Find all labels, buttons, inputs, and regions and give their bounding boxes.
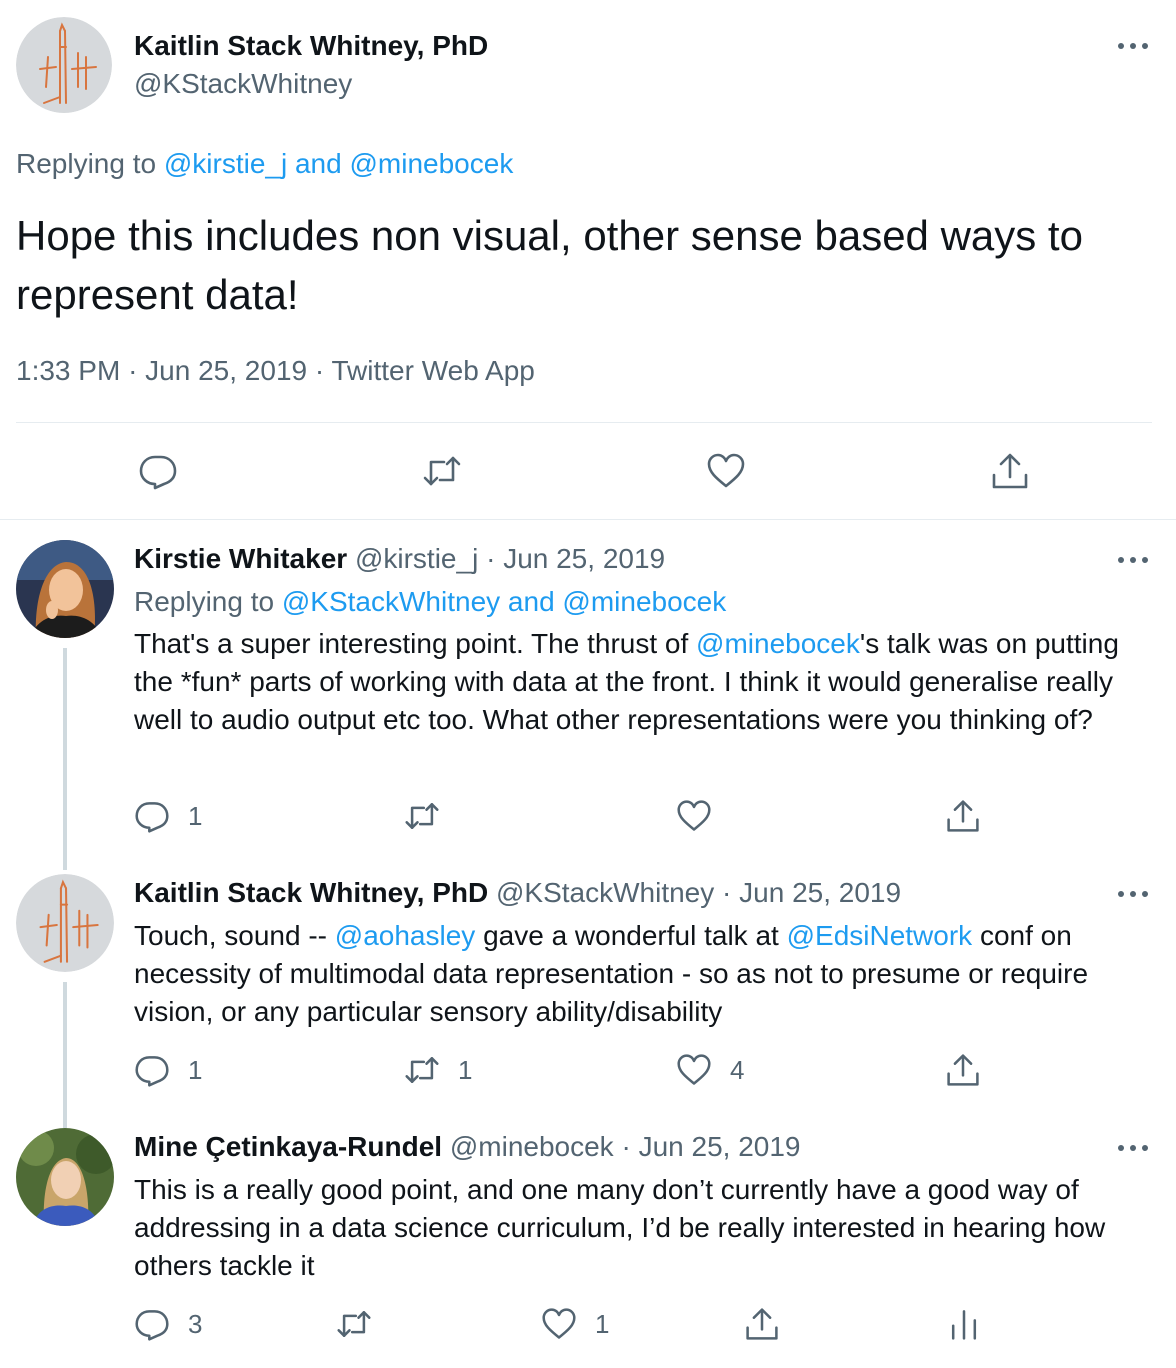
text-part: gave a wonderful talk at [475, 920, 787, 951]
thread-line [63, 648, 67, 870]
reply-icon [135, 802, 169, 833]
share-button[interactable] [945, 1052, 981, 1088]
reply-tweet[interactable]: Kaitlin Stack Whitney, PhD @KStackWhitne… [0, 874, 1176, 1128]
retweet-icon[interactable] [422, 451, 462, 491]
thread-line [63, 982, 67, 1128]
text-part: Touch, sound -- [134, 920, 335, 951]
replying-prefix: Replying to [134, 586, 275, 617]
avatar[interactable] [16, 874, 114, 972]
like-icon [542, 1308, 576, 1339]
like-button[interactable] [676, 798, 712, 834]
tweet-date[interactable]: Jun 25, 2019 [145, 355, 307, 386]
retweet-icon [405, 1057, 439, 1083]
text-part: This is a really good point, and one man… [134, 1174, 1106, 1281]
more-icon[interactable] [1115, 884, 1151, 904]
more-icon[interactable] [1115, 36, 1151, 56]
reply-button[interactable]: 1 [134, 798, 202, 834]
reply-icon[interactable] [138, 451, 178, 491]
share-button[interactable] [945, 798, 981, 834]
retweet-button[interactable] [404, 798, 440, 834]
author-handle[interactable]: @minebocek [450, 1131, 614, 1162]
tweet-text: This is a really good point, and one man… [134, 1171, 1144, 1285]
divider [0, 519, 1176, 520]
share-icon [947, 800, 979, 832]
retweet-button[interactable] [336, 1306, 372, 1342]
author-name[interactable]: Mine Çetinkaya-Rundel [134, 1131, 442, 1162]
share-icon[interactable] [990, 451, 1030, 491]
reply-header: Kaitlin Stack Whitney, PhD @KStackWhitne… [134, 877, 901, 909]
analytics-icon [951, 1310, 977, 1340]
share-button[interactable] [744, 1306, 780, 1342]
text-part: That's a super interesting point. The th… [134, 628, 697, 659]
meta-separator: · [621, 1131, 631, 1162]
reply-count: 1 [188, 1054, 203, 1085]
author-handle[interactable]: @KStackWhitney [496, 877, 714, 908]
tweet-text: Hope this includes non visual, other sen… [16, 212, 1083, 318]
retweet-button[interactable]: 1 [404, 1052, 472, 1088]
reply-header: Mine Çetinkaya-Rundel @minebocek · Jun 2… [134, 1131, 801, 1163]
author-handle[interactable]: @kirstie_j [355, 543, 478, 574]
replying-users-link[interactable]: @KStackWhitney and @minebocek [282, 586, 726, 617]
like-icon [677, 800, 711, 831]
replying-users-link[interactable]: @kirstie_j and @minebocek [164, 148, 513, 179]
retweet-icon [337, 1311, 371, 1337]
main-tweet: Kaitlin Stack Whitney, PhD @KStackWhitne… [0, 0, 1176, 520]
retweet-icon [405, 803, 439, 829]
mention-link[interactable]: @aohasley [335, 920, 476, 951]
analytics-button[interactable] [946, 1306, 982, 1342]
author-name[interactable]: Kirstie Whitaker [134, 543, 347, 574]
tweet-source[interactable]: Twitter Web App [331, 355, 534, 386]
like-count: 1 [595, 1308, 610, 1339]
author-name[interactable]: Kaitlin Stack Whitney, PhD [134, 30, 488, 62]
reply-button[interactable]: 1 [134, 1052, 202, 1088]
meta-separator: · [486, 543, 496, 574]
reply-icon [135, 1310, 169, 1341]
tweet-date[interactable]: Jun 25, 2019 [639, 1131, 801, 1162]
tweet-text: Touch, sound -- @aohasley gave a wonderf… [134, 917, 1144, 1031]
mention-link[interactable]: @EdsiNetwork [787, 920, 973, 951]
reply-count: 3 [188, 1308, 203, 1339]
reply-button[interactable]: 3 [134, 1306, 202, 1342]
replying-to: Replying to @KStackWhitney and @mineboce… [134, 586, 726, 618]
author-name[interactable]: Kaitlin Stack Whitney, PhD [134, 877, 488, 908]
reply-header: Kirstie Whitaker @kirstie_j · Jun 25, 20… [134, 543, 665, 575]
like-icon[interactable] [706, 451, 746, 491]
tweet-meta: 1:33 PM · Jun 25, 2019 · Twitter Web App [16, 355, 535, 387]
avatar[interactable] [16, 1128, 114, 1226]
author-handle[interactable]: @KStackWhitney [134, 68, 352, 100]
more-icon[interactable] [1115, 1138, 1151, 1158]
reply-tweet[interactable]: Kirstie Whitaker @kirstie_j · Jun 25, 20… [0, 540, 1176, 870]
like-count: 4 [730, 1054, 745, 1085]
tweet-date[interactable]: Jun 25, 2019 [503, 543, 665, 574]
divider [16, 422, 1152, 423]
tweet-time[interactable]: 1:33 PM [16, 355, 120, 386]
meta-separator: · [314, 355, 325, 386]
avatar[interactable] [16, 17, 112, 113]
replying-prefix: Replying to [16, 148, 157, 179]
like-button[interactable]: 4 [676, 1052, 744, 1088]
share-icon [947, 1054, 979, 1086]
like-button[interactable]: 1 [541, 1306, 609, 1342]
reply-count: 1 [188, 800, 203, 831]
tweet-date[interactable]: Jun 25, 2019 [739, 877, 901, 908]
mention-link[interactable]: @minebocek [696, 628, 860, 659]
avatar[interactable] [16, 540, 114, 638]
replying-to: Replying to @kirstie_j and @minebocek [16, 148, 513, 180]
reply-icon [135, 1056, 169, 1087]
share-icon [746, 1308, 778, 1340]
meta-separator: · [722, 877, 732, 908]
like-icon [677, 1054, 711, 1085]
meta-separator: · [128, 355, 138, 386]
tweet-text: That's a super interesting point. The th… [134, 625, 1144, 739]
retweet-count: 1 [458, 1054, 473, 1085]
reply-tweet[interactable]: Mine Çetinkaya-Rundel @minebocek · Jun 2… [0, 1128, 1176, 1368]
more-icon[interactable] [1115, 550, 1151, 570]
